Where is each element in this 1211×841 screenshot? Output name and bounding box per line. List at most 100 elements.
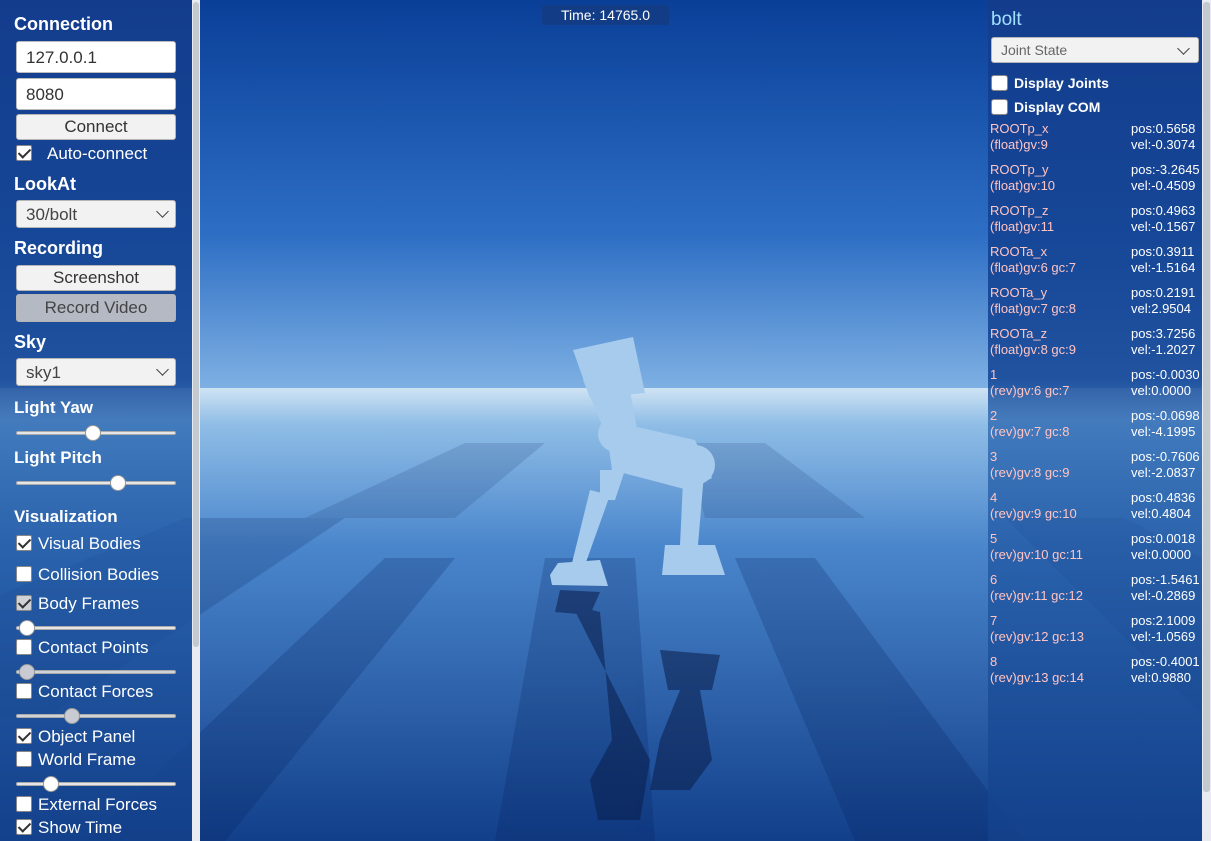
chevron-down-icon xyxy=(1177,42,1190,55)
joint-velocity: vel:-0.1567 xyxy=(1131,219,1196,234)
joint-name: 5 xyxy=(990,531,998,546)
chevron-down-icon xyxy=(156,205,169,218)
joint-velocity: vel:0.4804 xyxy=(1131,506,1191,521)
joint-row: 4 (rev)gv:9 gc:10 pos:0.4836 vel:0.4804 xyxy=(990,490,1200,524)
slider-handle[interactable] xyxy=(110,475,127,491)
light-yaw-slider[interactable] xyxy=(16,425,176,441)
joint-index: (float)gv:6 gc:7 xyxy=(990,260,1076,275)
scrollbar-thumb[interactable] xyxy=(1203,2,1210,792)
joint-index: (rev)gv:7 gc:8 xyxy=(990,424,1070,439)
slider-handle[interactable] xyxy=(64,708,80,724)
left-panel-scrollbar[interactable] xyxy=(192,0,200,841)
joint-name: 3 xyxy=(990,449,998,464)
joint-index: (float)gv:9 xyxy=(990,137,1048,152)
joint-name: 7 xyxy=(990,613,998,628)
joint-position: pos:-0.0030 xyxy=(1131,367,1200,382)
joint-velocity: vel:-0.4509 xyxy=(1131,178,1196,193)
joint-name: ROOTp_x xyxy=(990,121,1049,136)
world-frame-slider[interactable] xyxy=(16,776,176,792)
time-display: Time: 14765.0 xyxy=(542,5,669,25)
mode-selected: Joint State xyxy=(1001,42,1068,58)
slider-handle[interactable] xyxy=(43,776,60,792)
joint-index: (rev)gv:11 gc:12 xyxy=(990,588,1083,603)
check-icon[interactable] xyxy=(16,683,32,699)
contact-forces-slider[interactable] xyxy=(16,708,176,724)
auto-connect-check-icon[interactable] xyxy=(16,145,32,161)
joint-velocity: vel:2.9504 xyxy=(1131,301,1191,316)
host-input[interactable]: 127.0.0.1 xyxy=(16,41,176,73)
joint-row: ROOTa_y (float)gv:7 gc:8 pos:0.2191 vel:2.9… xyxy=(990,285,1200,319)
joint-position: pos:0.5658 xyxy=(1131,121,1196,136)
joint-position: pos:0.0018 xyxy=(1131,531,1196,546)
scrollbar-thumb[interactable] xyxy=(193,2,199,647)
check-icon[interactable] xyxy=(991,99,1008,115)
slider-handle[interactable] xyxy=(19,620,36,636)
check-icon[interactable] xyxy=(16,819,32,835)
joint-position: pos:2.1009 xyxy=(1131,613,1196,628)
slider-handle[interactable] xyxy=(84,425,101,441)
joint-name: ROOTa_y xyxy=(990,285,1048,300)
joint-name: ROOTp_y xyxy=(990,162,1049,177)
joint-row: ROOTp_y (float)gv:10 pos:-3.2645 vel:-0.450… xyxy=(990,162,1200,196)
show-time-label: Show Time xyxy=(38,818,123,837)
sky-selected: sky1 xyxy=(26,363,61,382)
joint-velocity: vel:-0.2869 xyxy=(1131,588,1196,603)
contact-points-slider[interactable] xyxy=(16,664,176,680)
joint-index: (float)gv:10 xyxy=(990,178,1056,193)
recording-title: Recording xyxy=(14,238,104,258)
joint-row: 1 (rev)gv:6 gc:7 pos:-0.0030 vel:0.0000 xyxy=(990,367,1200,401)
body-frames-label: Body Frames xyxy=(38,594,140,613)
joint-index: (float)gv:8 gc:9 xyxy=(990,342,1076,357)
joint-position: pos:-0.4001 xyxy=(1131,654,1200,669)
check-icon[interactable] xyxy=(16,566,32,582)
record-video-button[interactable]: Record Video xyxy=(16,294,176,322)
joint-position: pos:-1.5461 xyxy=(1131,572,1200,587)
joint-velocity: vel:-0.3074 xyxy=(1131,137,1196,152)
lookat-select[interactable]: 30/bolt xyxy=(16,200,176,228)
connection-title: Connection xyxy=(14,14,113,34)
joint-name: 1 xyxy=(990,367,998,382)
joint-index: (rev)gv:10 gc:11 xyxy=(990,547,1083,562)
joint-row: 7 (rev)gv:12 gc:13 pos:2.1009 vel:-1.0569 xyxy=(990,613,1200,647)
mode-select[interactable]: Joint State xyxy=(991,37,1199,63)
check-icon[interactable] xyxy=(16,751,32,767)
world-frame-label: World Frame xyxy=(38,750,136,769)
joint-name: ROOTp_z xyxy=(990,203,1049,218)
joint-position: pos:-0.7606 xyxy=(1131,449,1200,464)
simulator-app: Time: 14765.0 Connection 127.0.0.1 8080 … xyxy=(0,0,1211,841)
joint-velocity: vel:-1.5164 xyxy=(1131,260,1196,275)
joint-index: (rev)gv:13 gc:14 xyxy=(990,670,1084,685)
light-pitch-slider[interactable] xyxy=(16,475,176,491)
joint-position: pos:0.4963 xyxy=(1131,203,1196,218)
joint-row: ROOTp_x (float)gv:9 pos:0.5658 vel:-0.3074 xyxy=(990,121,1200,155)
object-panel-label: Object Panel xyxy=(38,727,136,746)
check-icon[interactable] xyxy=(16,728,32,744)
object-name: bolt xyxy=(991,9,1022,30)
check-icon[interactable] xyxy=(16,535,32,551)
sky-select[interactable]: sky1 xyxy=(16,358,176,386)
visualization-title: Visualization xyxy=(14,507,118,526)
joint-position: pos:-3.2645 xyxy=(1131,162,1200,177)
slider-handle[interactable] xyxy=(19,664,36,680)
external-forces-label: External Forces xyxy=(38,795,158,814)
screenshot-button[interactable]: Screenshot xyxy=(16,265,176,291)
joint-row: 3 (rev)gv:8 gc:9 pos:-0.7606 vel:-2.0837 xyxy=(990,449,1200,483)
joint-velocity: vel:-1.2027 xyxy=(1131,342,1196,357)
body-frames-slider[interactable] xyxy=(16,620,176,636)
joint-name: ROOTa_x xyxy=(990,244,1048,259)
joint-row: 8 (rev)gv:13 gc:14 pos:-0.4001 vel:0.9880 xyxy=(990,654,1200,688)
check-icon[interactable] xyxy=(16,639,32,655)
right-panel-scrollbar[interactable] xyxy=(1202,0,1211,841)
object-panel: bolt Joint State Display Joints Display … xyxy=(988,0,1202,841)
joint-velocity: vel:0.0000 xyxy=(1131,383,1191,398)
joint-position: pos:0.2191 xyxy=(1131,285,1196,300)
check-icon[interactable] xyxy=(16,796,32,812)
check-icon[interactable] xyxy=(991,75,1008,91)
joint-velocity: vel:0.9880 xyxy=(1131,670,1191,685)
check-icon[interactable] xyxy=(16,595,32,611)
collision-bodies-label: Collision Bodies xyxy=(38,565,159,584)
port-input[interactable]: 8080 xyxy=(16,78,176,110)
joint-index: (float)gv:11 xyxy=(990,219,1055,234)
connect-button[interactable]: Connect xyxy=(16,114,176,140)
joint-name: 4 xyxy=(990,490,998,505)
